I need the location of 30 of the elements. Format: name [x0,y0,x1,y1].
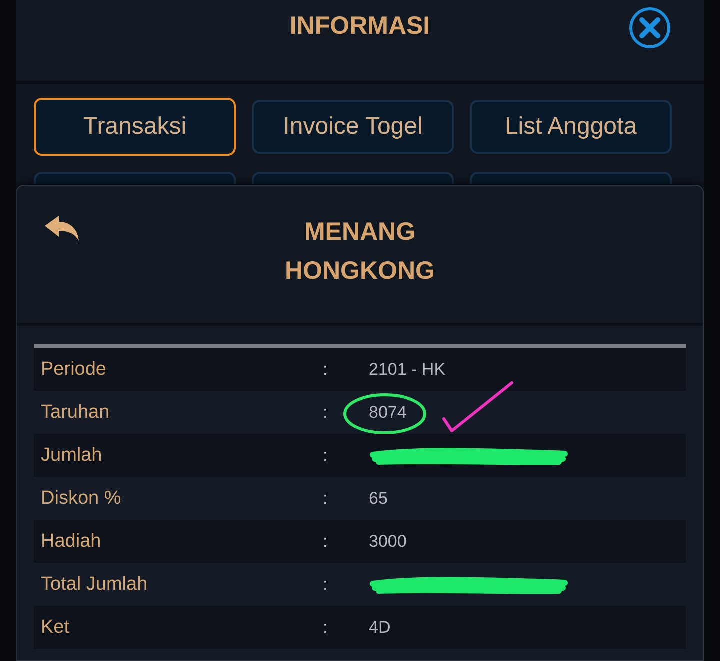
tab-button[interactable]: List Anggota [470,100,672,154]
close-icon[interactable] [628,6,672,50]
tab-button[interactable]: Invoice Togel [252,100,454,154]
detail-title: MENANG [304,218,416,246]
colon-separator: : [323,360,329,380]
colon-separator: : [323,532,329,552]
field-value: 8074 [369,402,407,422]
field-label: Diskon % [41,488,122,510]
tab-button[interactable] [470,172,672,184]
back-arrow-icon[interactable] [43,214,81,242]
field-value: 2101 - HK [369,360,446,380]
field-value: 4D [369,618,391,638]
field-label: Total Jumlah [41,574,149,596]
field-value: 3000 [369,532,407,552]
colon-separator: : [323,488,329,508]
field-label: Ket [41,616,71,638]
field-label: Taruhan [41,402,111,424]
tab-button[interactable]: Transaksi [34,98,236,156]
field-value: 65 [369,488,388,508]
field-label: Periode [41,358,108,380]
colon-separator: : [323,618,329,638]
window-title: INFORMASI [290,12,430,41]
field-label: Jumlah [41,444,104,466]
colon-separator: : [323,402,329,422]
field-label: Hadiah [41,530,102,552]
tab-button[interactable] [34,172,236,184]
detail-subtitle: HONGKONG [285,256,435,286]
tab-button[interactable] [252,172,454,184]
colon-separator: : [323,574,329,594]
colon-separator: : [323,446,329,466]
